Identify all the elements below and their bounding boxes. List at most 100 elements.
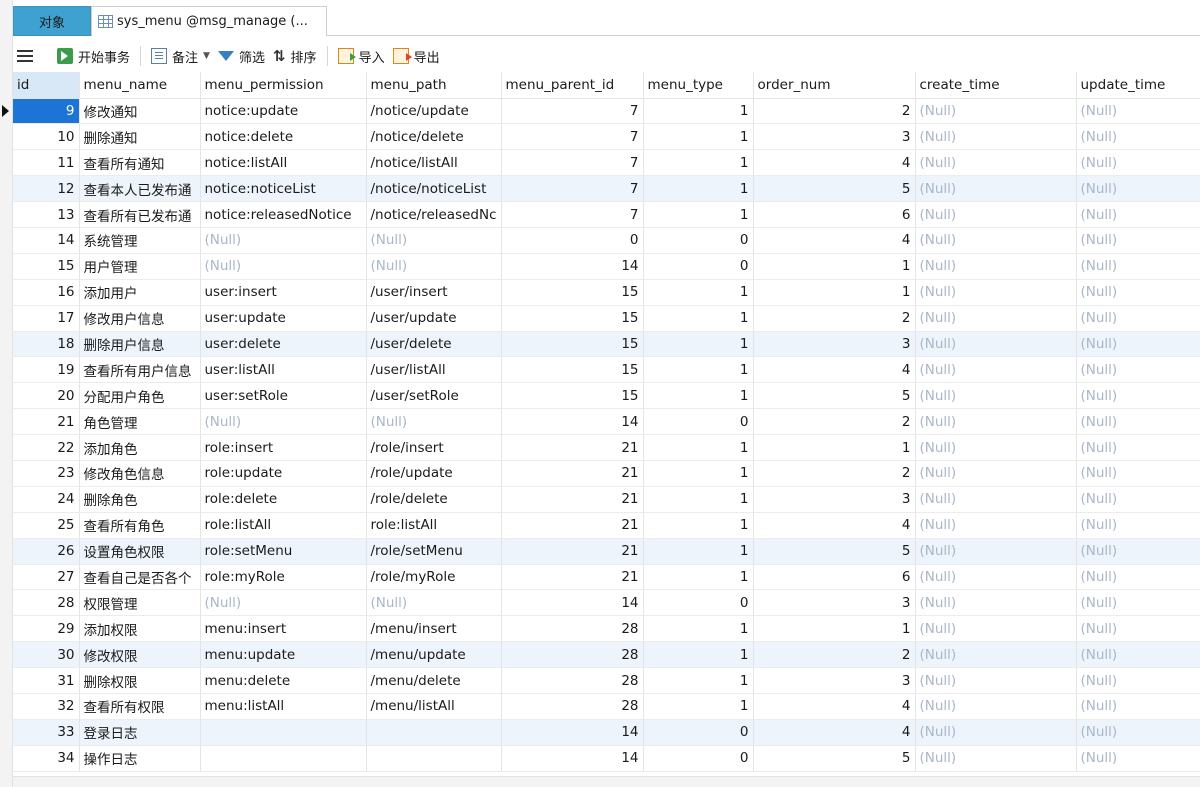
cell-id[interactable]: 17: [13, 305, 80, 332]
cell-order-num[interactable]: 4: [753, 227, 916, 254]
table-row[interactable]: 33 登录日志 14 0 4 (Null) (Null): [13, 719, 1200, 746]
note-button[interactable]: 备注 ▼: [147, 43, 214, 69]
cell-menu-type[interactable]: 1: [643, 538, 754, 565]
cell-menu-path[interactable]: [366, 719, 502, 746]
menu-hamburger-icon[interactable]: [17, 50, 33, 62]
cell-menu-path[interactable]: /role/delete: [366, 486, 502, 513]
cell-id[interactable]: 27: [13, 564, 80, 591]
cell-menu-path[interactable]: /notice/noticeList: [366, 175, 502, 203]
cell-id[interactable]: 31: [13, 667, 80, 694]
cell-menu-permission[interactable]: menu:insert: [200, 615, 367, 643]
cell-create-time[interactable]: (Null): [915, 331, 1077, 358]
table-row[interactable]: 25 查看所有角色 role:listAll role:listAll 21 1 4 (Nul…: [13, 512, 1200, 539]
cell-create-time[interactable]: (Null): [915, 745, 1077, 772]
cell-menu-parent-id[interactable]: 7: [501, 149, 644, 177]
cell-menu-name[interactable]: 删除通知: [79, 123, 201, 151]
cell-menu-permission[interactable]: notice:noticeList: [200, 175, 367, 203]
cell-menu-permission[interactable]: notice:releasedNotice: [200, 201, 367, 228]
cell-create-time[interactable]: (Null): [915, 538, 1077, 565]
table-row[interactable]: 9 修改通知 notice:update/notice/update 7 1 2 (Null…: [13, 98, 1200, 125]
cell-menu-name[interactable]: 修改角色信息: [79, 460, 201, 487]
column-header-update-time[interactable]: update_time: [1076, 72, 1200, 99]
cell-menu-parent-id[interactable]: 14: [501, 408, 644, 436]
cell-menu-type[interactable]: 1: [643, 667, 754, 694]
column-header-menu-parent-id[interactable]: menu_parent_id: [501, 72, 644, 99]
cell-menu-type[interactable]: 0: [643, 589, 754, 617]
cell-menu-type[interactable]: 1: [643, 356, 754, 384]
cell-update-time[interactable]: (Null): [1076, 382, 1200, 410]
cell-update-time[interactable]: (Null): [1076, 564, 1200, 591]
cell-menu-type[interactable]: 1: [643, 149, 754, 177]
cell-order-num[interactable]: 5: [753, 538, 916, 565]
cell-menu-type[interactable]: 1: [643, 512, 754, 539]
cell-order-num[interactable]: 2: [753, 408, 916, 436]
cell-create-time[interactable]: (Null): [915, 305, 1077, 332]
cell-id[interactable]: 29: [13, 615, 80, 643]
cell-menu-name[interactable]: 查看自己是否各个: [79, 564, 201, 591]
cell-id[interactable]: 30: [13, 641, 80, 669]
cell-menu-name[interactable]: 角色管理: [79, 408, 201, 436]
cell-menu-name[interactable]: 修改通知: [79, 98, 201, 125]
cell-update-time[interactable]: (Null): [1076, 356, 1200, 384]
sort-button[interactable]: ⇅ 排序: [269, 43, 321, 69]
cell-menu-parent-id[interactable]: 21: [501, 460, 644, 487]
cell-update-time[interactable]: (Null): [1076, 149, 1200, 177]
cell-menu-type[interactable]: 1: [643, 98, 754, 125]
table-row[interactable]: 26 设置角色权限 role:setMenu/role/setMenu 21 1 5 (Nu…: [13, 538, 1200, 565]
cell-update-time[interactable]: (Null): [1076, 331, 1200, 358]
cell-create-time[interactable]: (Null): [915, 641, 1077, 669]
table-row[interactable]: 17 修改用户信息 user:update/user/update 15 1 2 (Null…: [13, 305, 1200, 332]
cell-menu-name[interactable]: 添加权限: [79, 615, 201, 643]
table-row[interactable]: 12 查看本人已发布通 notice:noticeList/notice/notic…: [13, 175, 1200, 203]
cell-create-time[interactable]: (Null): [915, 667, 1077, 694]
cell-menu-parent-id[interactable]: 7: [501, 175, 644, 203]
cell-menu-name[interactable]: 用户管理: [79, 253, 201, 280]
cell-create-time[interactable]: (Null): [915, 279, 1077, 306]
cell-id[interactable]: 28: [13, 589, 80, 617]
table-row[interactable]: 13 查看所有已发布通 notice:releasedNotice/notice/r…: [13, 201, 1200, 228]
cell-create-time[interactable]: (Null): [915, 149, 1077, 177]
table-row[interactable]: 16 添加用户 user:insert/user/insert 15 1 1 (Null)(…: [13, 279, 1200, 306]
export-button[interactable]: 导出: [389, 43, 444, 69]
cell-menu-path[interactable]: /user/delete: [366, 331, 502, 358]
cell-update-time[interactable]: (Null): [1076, 589, 1200, 617]
cell-update-time[interactable]: (Null): [1076, 434, 1200, 461]
cell-menu-type[interactable]: 1: [643, 434, 754, 461]
cell-create-time[interactable]: (Null): [915, 693, 1077, 720]
cell-update-time[interactable]: (Null): [1076, 512, 1200, 539]
cell-order-num[interactable]: 3: [753, 667, 916, 694]
cell-menu-type[interactable]: 1: [643, 486, 754, 513]
table-row[interactable]: 18 删除用户信息 user:delete/user/delete 15 1 3 (Null…: [13, 331, 1200, 358]
cell-order-num[interactable]: 3: [753, 331, 916, 358]
cell-menu-permission[interactable]: (Null): [200, 227, 367, 254]
cell-menu-parent-id[interactable]: 14: [501, 589, 644, 617]
cell-menu-permission[interactable]: notice:update: [200, 98, 367, 125]
cell-menu-path[interactable]: /menu/insert: [366, 615, 502, 643]
cell-create-time[interactable]: (Null): [915, 408, 1077, 436]
cell-create-time[interactable]: (Null): [915, 382, 1077, 410]
cell-menu-path[interactable]: /menu/listAll: [366, 693, 502, 720]
cell-menu-permission[interactable]: role:myRole: [200, 564, 367, 591]
table-row[interactable]: 31 删除权限 menu:delete/menu/delete 28 1 3 (Null)(…: [13, 667, 1200, 694]
cell-menu-permission[interactable]: [200, 719, 367, 746]
table-row[interactable]: 32 查看所有权限 menu:listAll/menu/listAll 28 1 4 (Nu…: [13, 693, 1200, 720]
cell-update-time[interactable]: (Null): [1076, 615, 1200, 643]
cell-order-num[interactable]: 3: [753, 486, 916, 513]
note-dropdown-icon[interactable]: ▼: [203, 51, 210, 61]
cell-menu-parent-id[interactable]: 28: [501, 667, 644, 694]
cell-menu-parent-id[interactable]: 21: [501, 512, 644, 539]
cell-create-time[interactable]: (Null): [915, 719, 1077, 746]
cell-menu-parent-id[interactable]: 28: [501, 693, 644, 720]
table-row[interactable]: 22 添加角色 role:insert/role/insert 21 1 1 (Null)(…: [13, 434, 1200, 461]
cell-order-num[interactable]: 2: [753, 460, 916, 487]
cell-menu-path[interactable]: role:listAll: [366, 512, 502, 539]
cell-order-num[interactable]: 1: [753, 253, 916, 280]
cell-menu-type[interactable]: 0: [643, 227, 754, 254]
filter-button[interactable]: 筛选: [214, 43, 269, 69]
cell-order-num[interactable]: 1: [753, 615, 916, 643]
cell-menu-name[interactable]: 删除用户信息: [79, 331, 201, 358]
cell-id[interactable]: 19: [13, 356, 80, 384]
begin-transaction-button[interactable]: 开始事务: [53, 43, 134, 69]
cell-create-time[interactable]: (Null): [915, 589, 1077, 617]
table-row[interactable]: 14 系统管理 (Null) (Null) 0 0 4 (Null) (Null): [13, 227, 1200, 254]
